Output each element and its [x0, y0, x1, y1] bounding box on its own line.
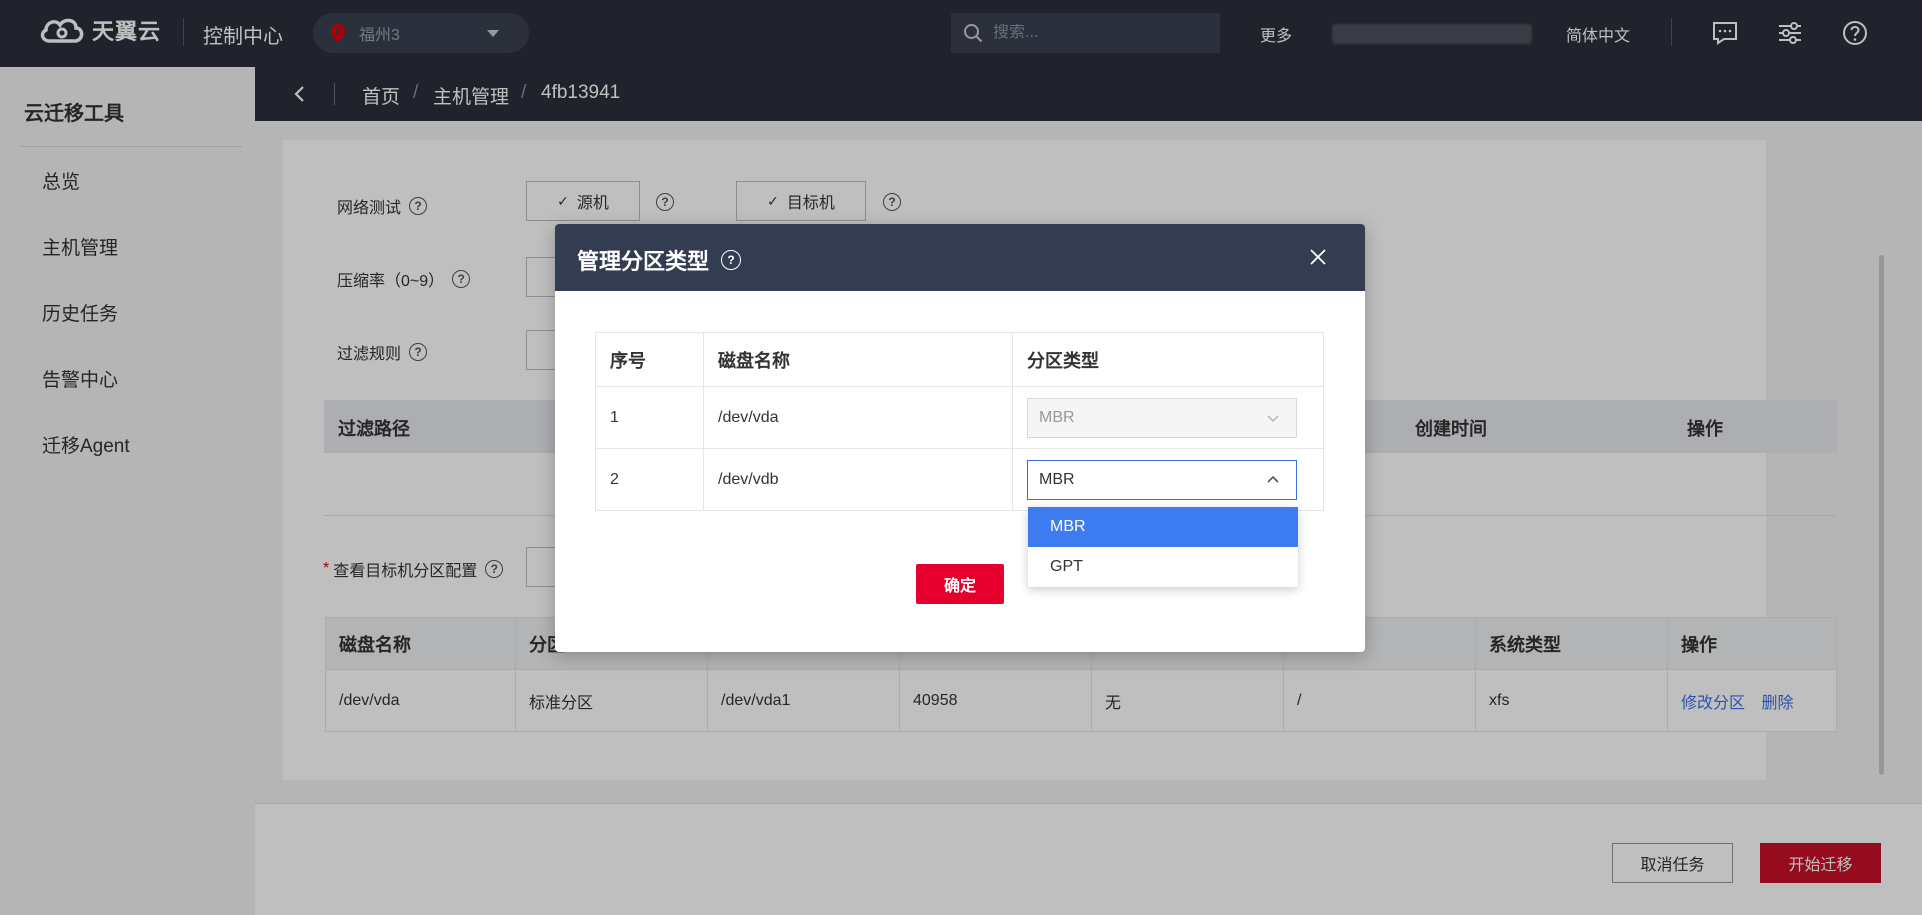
table-row: 1 /dev/vda MBR — [595, 386, 1324, 449]
cell-index: 2 — [595, 448, 704, 511]
dropdown-option-gpt[interactable]: GPT — [1028, 547, 1298, 587]
dropdown-option-mbr[interactable]: MBR — [1028, 507, 1298, 547]
confirm-button[interactable]: 确定 — [916, 564, 1004, 604]
cell-disk: /dev/vda — [703, 386, 1013, 449]
partition-type-dropdown: MBR GPT — [1028, 507, 1298, 587]
column-header-disk: 磁盘名称 — [703, 332, 1013, 387]
partition-type-select[interactable]: MBR — [1027, 459, 1297, 500]
chevron-down-icon — [1267, 414, 1279, 422]
column-header-index: 序号 — [595, 332, 704, 387]
manage-partition-type-dialog: 管理分区类型 ? 序号 磁盘名称 分区类型 1 /dev/vda MBR 2 /… — [555, 224, 1365, 652]
select-value: MBR — [1039, 408, 1075, 426]
cell-index: 1 — [595, 386, 704, 449]
partition-type-table: 序号 磁盘名称 分区类型 1 /dev/vda MBR 2 /dev/vdb M… — [595, 332, 1324, 511]
dialog-title: 管理分区类型 ? — [577, 244, 742, 276]
partition-type-select-disabled: MBR — [1027, 397, 1297, 438]
select-value: MBR — [1039, 470, 1075, 488]
cell-disk: /dev/vdb — [703, 448, 1013, 511]
dialog-header: 管理分区类型 ? — [555, 224, 1365, 291]
help-icon[interactable]: ? — [721, 250, 742, 270]
table-header-row: 序号 磁盘名称 分区类型 — [595, 332, 1324, 387]
cell-partition-type: MBR — [1012, 386, 1324, 449]
chevron-up-icon — [1267, 475, 1279, 483]
close-icon[interactable] — [1309, 248, 1327, 266]
cell-partition-type: MBR — [1012, 448, 1324, 511]
table-row: 2 /dev/vdb MBR — [595, 448, 1324, 511]
column-header-partition-type: 分区类型 — [1012, 332, 1324, 387]
dialog-title-text: 管理分区类型 — [577, 249, 710, 274]
